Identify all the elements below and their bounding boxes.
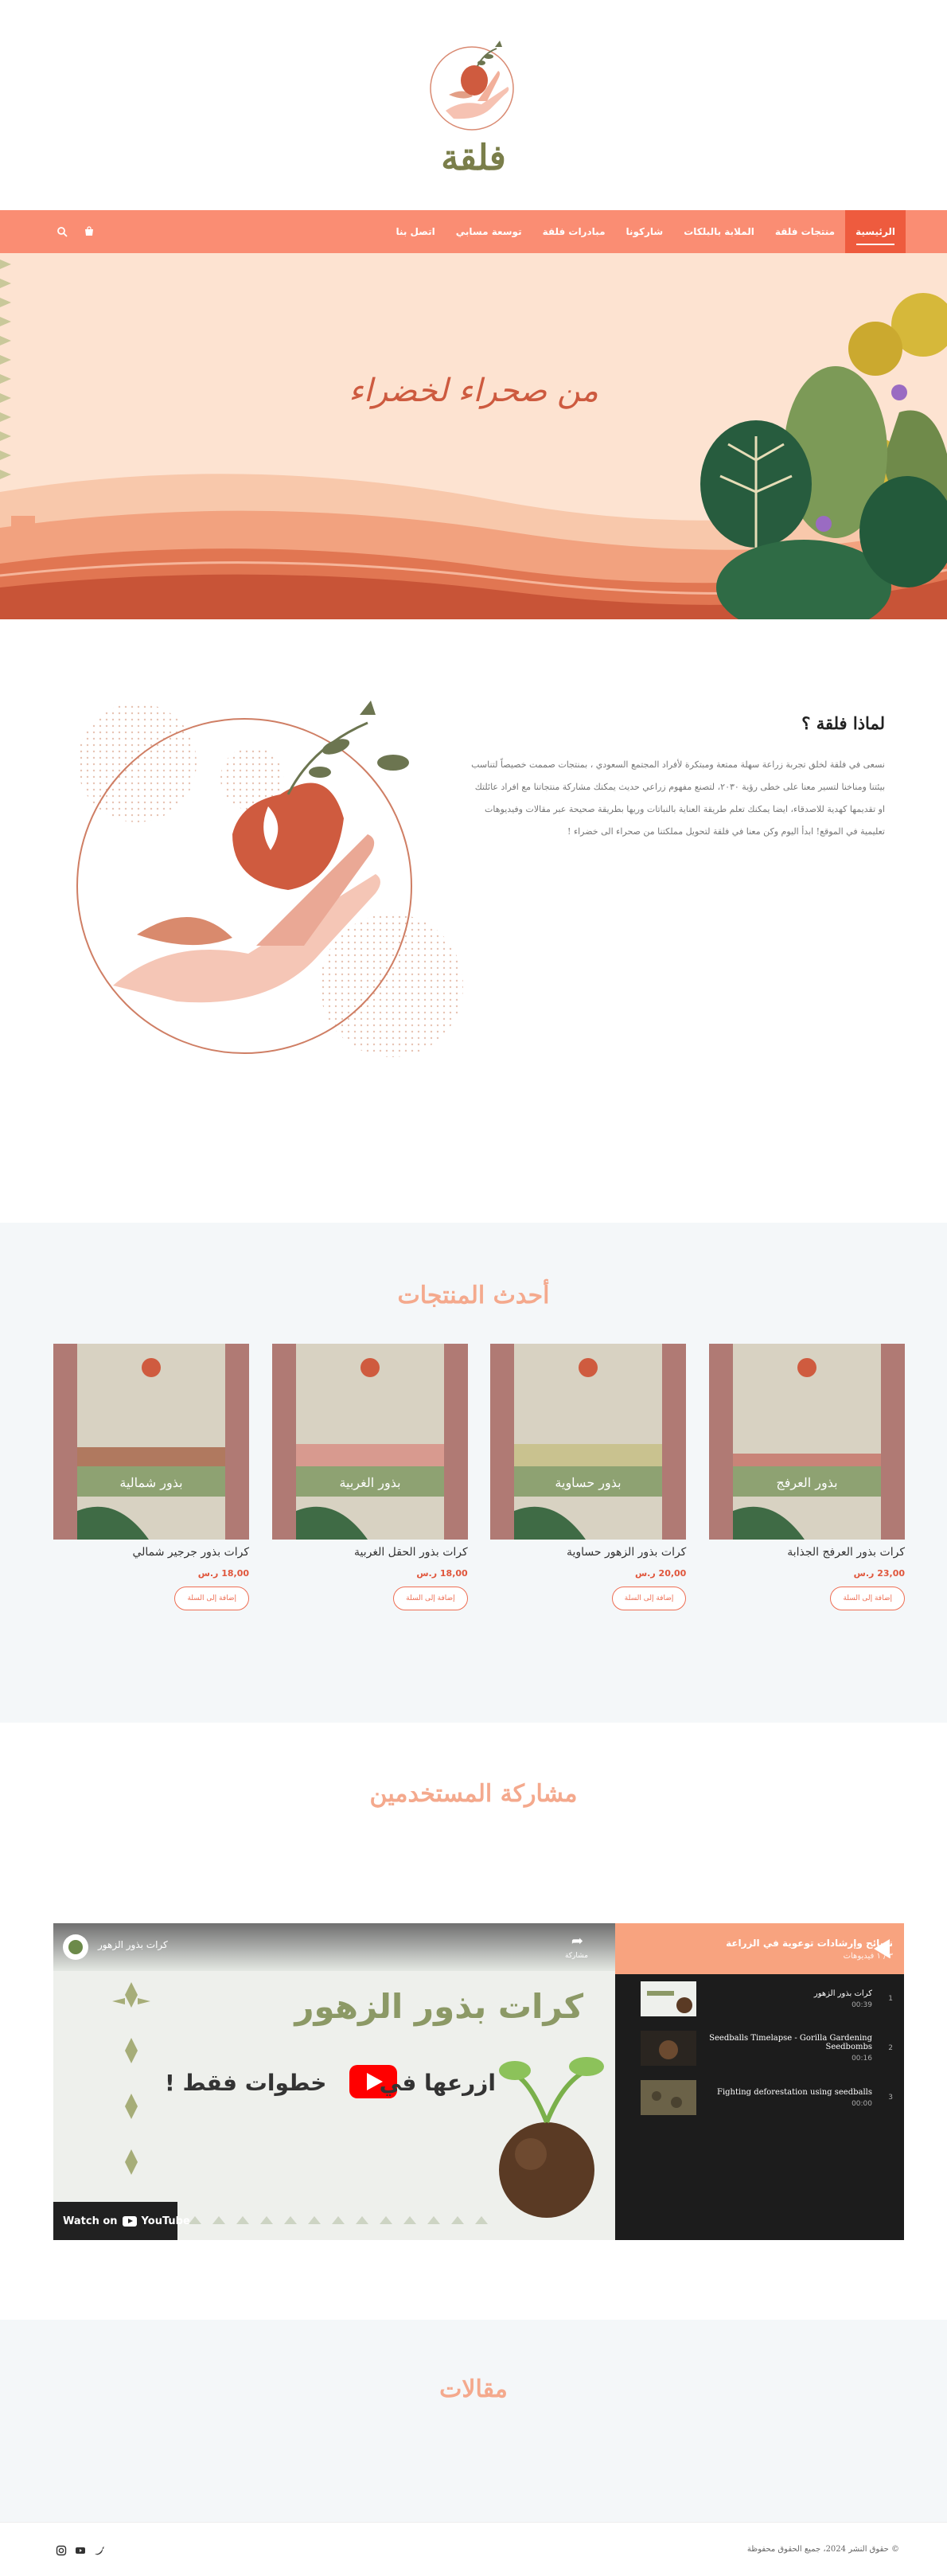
latest-products-section: أحدث المنتجات بذور العرفج كرات بذور العر… — [0, 1223, 947, 1723]
playlist-header[interactable]: نصائح وإرشادات توعوية في الزراعة ٣ / ١ ف… — [615, 1923, 904, 1974]
user-share-section: مشاركة المستخدمين كرات بذور الزهور ➦ مشا… — [0, 1723, 947, 2320]
playlist-item-duration: 00:16 — [852, 2055, 872, 2063]
youtube-logo-icon — [122, 2216, 137, 2227]
product-label-text: بذور العرفج — [776, 1475, 837, 1490]
video-embed: كرات بذور الزهور ➦ مشاركة كرات بذور الزه… — [53, 1923, 904, 2240]
product-grid: بذور العرفج كرات بذور العرفج الجذابة 23,… — [53, 1344, 905, 1610]
nav-icons — [56, 210, 95, 253]
nav-item-expansion[interactable]: توسعة مسابي — [446, 210, 532, 253]
playlist-item-title: Seedballs Timelapse - Gorilla Gardening … — [709, 2034, 872, 2051]
instagram-icon[interactable] — [56, 2544, 67, 2555]
youtube-icon[interactable] — [75, 2544, 86, 2555]
playlist-title: نصائح وإرشادات توعوية في الزراعة — [726, 1937, 893, 1949]
playlist-item-meta: Fighting deforestation using seedballs 0… — [706, 2088, 893, 2108]
product-image[interactable]: بذور شمالية — [53, 1344, 250, 1540]
product-image[interactable]: بذور الغربية — [271, 1344, 468, 1540]
hero-title: من صحراء لخضراء — [349, 373, 598, 409]
product-price: 18,00 ر.س — [416, 1568, 468, 1579]
playlist-item-number: 2 — [888, 2044, 893, 2052]
watch-on-youtube[interactable]: Watch on YouTube — [63, 2215, 190, 2227]
why-title: لماذا فلقة ؟ — [801, 713, 885, 733]
playlist-item-duration: 00:00 — [852, 2099, 872, 2108]
product-name[interactable]: كرات بذور الحقل الغربية — [272, 1546, 468, 1559]
share-icon[interactable]: ➦ — [571, 1933, 583, 1950]
hero-banner: من صحراء لخضراء — [0, 253, 947, 619]
product-card: بذور شمالية كرات بذور جرجير شمالي 18,00 … — [53, 1344, 250, 1610]
product-label-text: بذور شمالية — [119, 1475, 182, 1490]
playlist-item-title: Fighting deforestation using seedballs — [717, 2087, 872, 2097]
logo-text: فلقة — [441, 138, 506, 178]
video-player[interactable]: كرات بذور الزهور ➦ مشاركة كرات بذور الزه… — [53, 1923, 615, 2240]
product-name[interactable]: كرات بذور العرفج الجذابة — [709, 1546, 905, 1559]
nav-item-products[interactable]: منتجات فلقة — [765, 210, 845, 253]
nav-items: الرئيسية منتجات فلقة الملابة بالبلكات شا… — [385, 210, 906, 253]
video-channel-title[interactable]: كرات بذور الزهور — [98, 1939, 168, 1950]
why-section: لماذا فلقة ؟ نسعى في فلقة لخلق تجربة زرا… — [0, 619, 947, 1223]
video-headline-2: ازرعها في — [379, 2070, 496, 2096]
site-header: فلقة — [0, 0, 947, 210]
product-image[interactable]: بذور العرفج — [709, 1344, 905, 1540]
nav-item-share[interactable]: شاركونا — [616, 210, 674, 253]
product-label-text: بذور حساوية — [555, 1475, 622, 1490]
product-card: بذور حساوية كرات بذور الزهور حساوية 20,0… — [490, 1344, 687, 1610]
product-price: 23,00 ر.س — [853, 1568, 905, 1579]
product-card: بذور العرفج كرات بذور العرفج الجذابة 23,… — [709, 1344, 905, 1610]
why-body: نسعى في فلقة لخلق تجربة زراعة سهلة ممتعة… — [471, 759, 885, 837]
share-label: مشاركة — [564, 1952, 588, 1960]
add-to-cart-button[interactable]: إضافة إلى السلة — [830, 1587, 905, 1610]
nav-item-clothing[interactable]: الملابة بالبلكات — [673, 210, 765, 253]
product-name[interactable]: كرات بذور الزهور حساوية — [490, 1546, 686, 1559]
add-to-cart-button[interactable]: إضافة إلى السلة — [174, 1587, 250, 1610]
playlist-item[interactable]: 3 Fighting deforestation using seedballs… — [615, 2073, 904, 2122]
add-to-cart-button[interactable]: إضافة إلى السلة — [611, 1587, 687, 1610]
why-illustration — [73, 699, 479, 1073]
product-label-text: بذور الغربية — [339, 1475, 400, 1490]
playlist-thumbnail — [641, 2080, 696, 2115]
cart-icon[interactable] — [83, 225, 95, 238]
nav-item-initiatives[interactable]: مبادرات فلقة — [532, 210, 616, 253]
product-card: بذور الغربية كرات بذور الحقل الغربية 18,… — [271, 1344, 468, 1610]
main-nav: الرئيسية منتجات فلقة الملابة بالبلكات شا… — [0, 210, 947, 253]
product-image[interactable]: بذور حساوية — [490, 1344, 687, 1540]
watch-on-label: Watch on — [63, 2215, 118, 2227]
products-title: أحدث المنتجات — [397, 1282, 550, 1309]
hero-illustration — [0, 253, 947, 619]
articles-title: مقالات — [439, 2375, 508, 2403]
site-footer: © حقوق النشر 2024، جميع الحقوق محفوظة — [0, 2522, 947, 2576]
playlist-thumbnail — [641, 1981, 696, 2016]
logo-icon[interactable] — [422, 34, 525, 138]
playlist-item-title: كرات بذور الزهور — [813, 1989, 872, 1998]
add-to-cart-button[interactable]: إضافة إلى السلة — [393, 1587, 468, 1610]
video-playlist: نصائح وإرشادات توعوية في الزراعة ٣ / ١ ف… — [615, 1923, 904, 2240]
video-headline-3: خطوات فقط ! — [165, 2070, 327, 2096]
playlist-item-meta: كرات بذور الزهور 00:39 — [706, 1989, 893, 2009]
why-text: لماذا فلقة ؟ نسعى في فلقة لخلق تجربة زرا… — [471, 713, 885, 843]
playlist-item[interactable]: 2 Seedballs Timelapse - Gorilla Gardenin… — [615, 2024, 904, 2073]
playlist-item[interactable]: 1 كرات بذور الزهور 00:39 — [615, 1974, 904, 2024]
twitter-icon[interactable] — [94, 2544, 105, 2555]
youtube-label: YouTube — [141, 2215, 190, 2227]
product-price: 20,00 ر.س — [635, 1568, 687, 1579]
nav-item-home[interactable]: الرئيسية — [845, 210, 906, 253]
playlist-item-number: 1 — [888, 1995, 893, 2003]
search-icon[interactable] — [56, 225, 68, 238]
share-title: مشاركة المستخدمين — [369, 1780, 578, 1808]
social-links — [56, 2544, 105, 2555]
playlist-item-number: 3 — [888, 2094, 893, 2102]
playlist-item-duration: 00:39 — [852, 2000, 872, 2009]
playlist-count: ٣ / ١ فيديوهات — [843, 1951, 893, 1961]
playlist-item-meta: Seedballs Timelapse - Gorilla Gardening … — [706, 2034, 893, 2063]
playlist-thumbnail — [641, 2031, 696, 2066]
product-price: 18,00 ر.س — [197, 1568, 250, 1579]
product-name[interactable]: كرات بذور جرجير شمالي — [53, 1546, 249, 1559]
nav-item-contact[interactable]: اتصل بنا — [385, 210, 445, 253]
video-headline-1: كرات بذور الزهور — [294, 1987, 583, 2026]
copyright-text: © حقوق النشر 2024، جميع الحقوق محفوظة — [746, 2545, 899, 2554]
articles-section: مقالات — [0, 2320, 947, 2522]
play-icon[interactable] — [874, 1939, 890, 1958]
